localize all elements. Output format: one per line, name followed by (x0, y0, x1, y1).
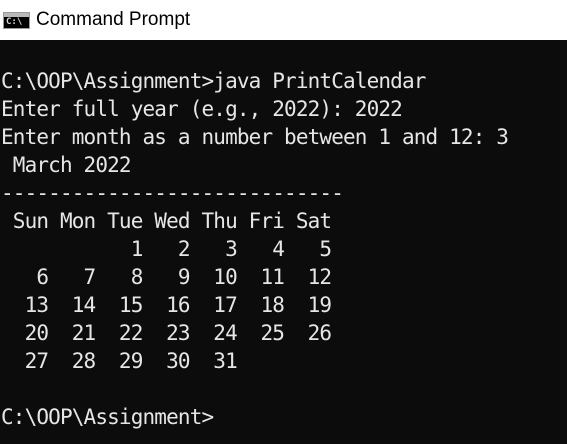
console-line: 27 28 29 30 31 (1, 349, 238, 373)
cmd-icon: C:\ (3, 11, 30, 29)
console-area[interactable]: C:\OOP\Assignment>java PrintCalendar Ent… (0, 40, 567, 444)
command-prompt-window: C:\ Command Prompt C:\OOP\Assignment>jav… (0, 0, 567, 444)
cmd-icon-glyph: C:\ (6, 16, 23, 27)
window-title: Command Prompt (36, 9, 191, 30)
console-line: 20 21 22 23 24 25 26 (1, 321, 332, 345)
console-prompt-line[interactable]: C:\OOP\Assignment> (1, 403, 508, 431)
console-output: C:\OOP\Assignment>java PrintCalendar Ent… (1, 67, 509, 431)
console-line: Sun Mon Tue Wed Thu Fri Sat (1, 209, 332, 233)
console-line: 13 14 15 16 17 18 19 (1, 293, 332, 317)
console-line: 1 2 3 4 5 (1, 237, 332, 261)
console-line: Enter month as a number between 1 and 12… (1, 125, 509, 149)
console-line: Enter full year (e.g., 2022): 2022 (1, 97, 403, 121)
console-line: March 2022 (1, 153, 132, 177)
title-bar[interactable]: C:\ Command Prompt (0, 0, 567, 40)
console-line: C:\OOP\Assignment>java PrintCalendar (1, 69, 426, 93)
console-line: ----------------------------- (1, 181, 344, 205)
console-line: 6 7 8 9 10 11 12 (1, 265, 332, 289)
